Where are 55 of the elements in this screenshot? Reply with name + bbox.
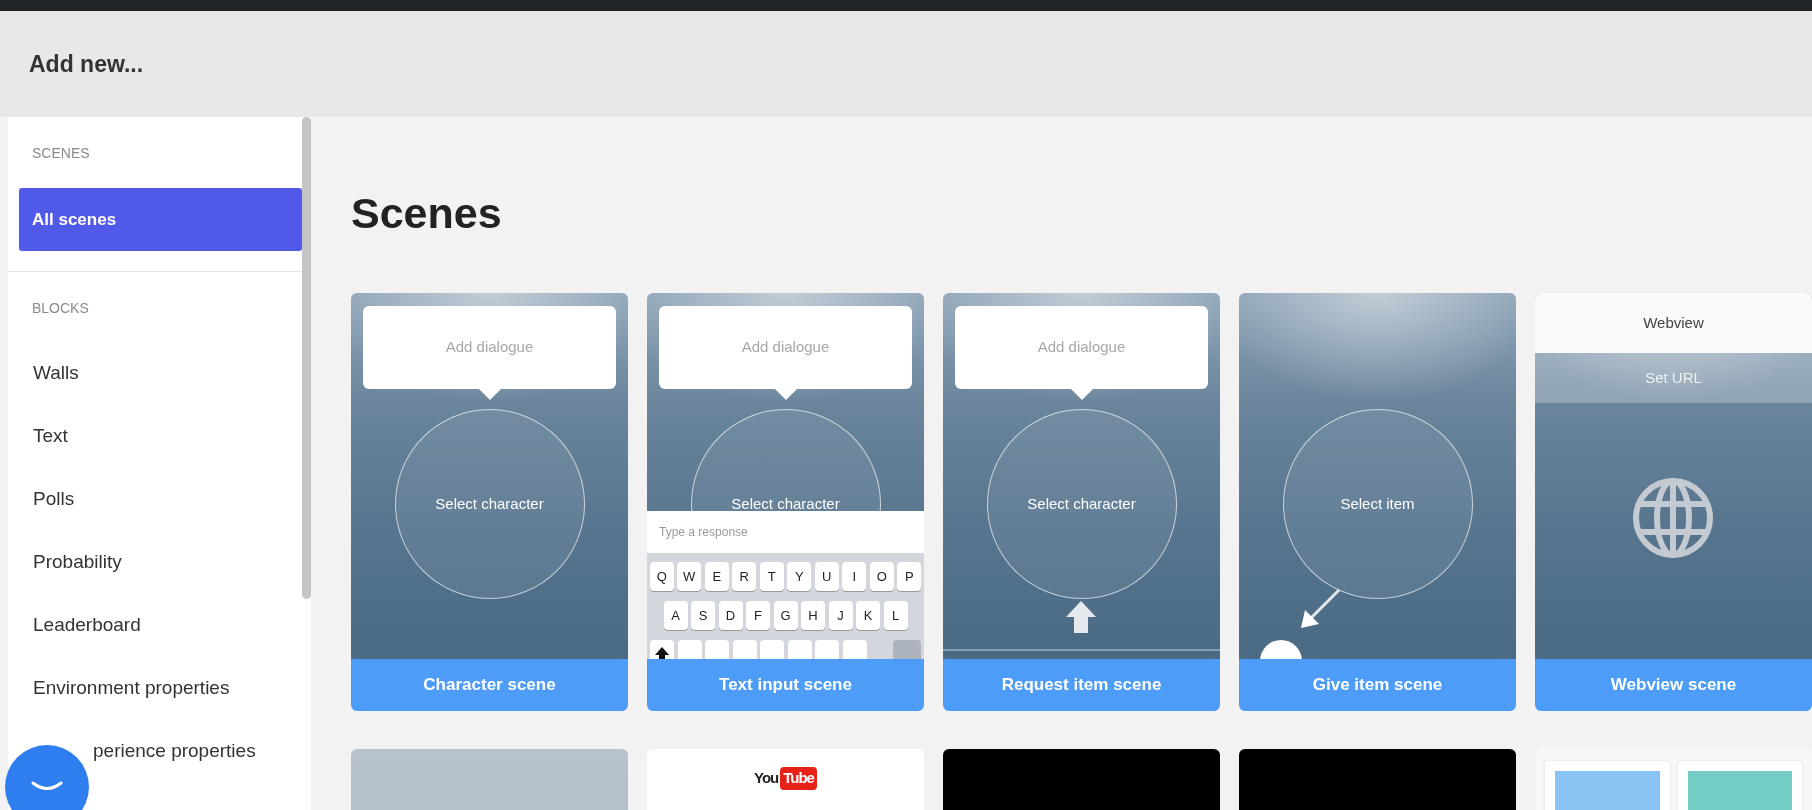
- sidebar-item[interactable]: Polls: [8, 468, 302, 531]
- card-label: Text input scene: [647, 659, 924, 711]
- select-circle[interactable]: Select item: [1282, 409, 1473, 599]
- sidebar-item[interactable]: Walls: [8, 342, 302, 405]
- bubble-tail: [478, 389, 501, 400]
- select-circle[interactable]: Select character: [394, 409, 585, 599]
- up-arrow-icon: [1064, 599, 1098, 633]
- keyboard-key[interactable]: U: [814, 562, 839, 591]
- keyboard-key[interactable]: R: [732, 562, 757, 591]
- sidebar-item[interactable]: perience properties: [93, 720, 302, 783]
- section-heading: Scenes: [351, 188, 503, 239]
- bubble-tail: [1070, 389, 1093, 400]
- keyboard-key[interactable]: K: [856, 601, 880, 630]
- scene-card[interactable]: Add dialogue Select character Character scene: [351, 293, 628, 711]
- scene-card[interactable]: Webview Set URL Webview scene: [1535, 293, 1812, 711]
- webview-title: Webview: [1535, 293, 1812, 353]
- keyboard-key[interactable]: A: [663, 601, 688, 630]
- scene-card[interactable]: Add dialogue Select character Request item scene: [943, 293, 1220, 711]
- card-label: Webview scene: [1535, 659, 1812, 711]
- sidebar-item[interactable]: Environment properties: [8, 657, 302, 720]
- section-label: SCENES: [31, 144, 91, 163]
- sidebar-item[interactable]: Probability: [8, 531, 302, 594]
- sidebar-item[interactable]: Text: [8, 405, 302, 468]
- keyboard-key[interactable]: Y: [787, 562, 812, 591]
- scene-card[interactable]: Select item Give item scene: [1239, 293, 1516, 711]
- dialog-title: Add new...: [29, 49, 144, 79]
- down-left-arrow-icon: [1299, 588, 1341, 630]
- keyboard-key[interactable]: F: [746, 601, 770, 630]
- keyboard-key[interactable]: W: [677, 562, 702, 591]
- sidebar-item[interactable]: Leaderboard: [8, 594, 302, 657]
- scene-card[interactable]: Add dialogue Select character Type a response Q W E R T Y U I O P A S D F G H J K L Text input scene: [647, 293, 924, 711]
- keyboard-key[interactable]: D: [718, 601, 743, 630]
- keyboard-key[interactable]: E: [704, 562, 729, 591]
- keyboard-key[interactable]: L: [883, 601, 908, 630]
- globe-icon: [1631, 476, 1715, 560]
- card-label: Character scene: [351, 659, 628, 711]
- keyboard-key[interactable]: S: [691, 601, 715, 630]
- select-circle[interactable]: Select character: [986, 409, 1177, 599]
- keyboard-key[interactable]: H: [801, 601, 825, 630]
- keyboard-key[interactable]: J: [828, 601, 853, 630]
- keyboard-key[interactable]: O: [869, 562, 894, 591]
- keyboard-key[interactable]: T: [759, 562, 784, 591]
- card-label: Request item scene: [943, 659, 1220, 711]
- keyboard-key[interactable]: I: [842, 562, 867, 591]
- keyboard-key[interactable]: Q: [649, 562, 674, 591]
- section-label: BLOCKS: [31, 299, 90, 318]
- bubble-tail: [774, 389, 797, 400]
- sidebar-item[interactable]: All scenes: [19, 188, 302, 251]
- item-slot-icon: [1259, 639, 1303, 659]
- youtube-logo: You Tube: [754, 767, 817, 790]
- scrollbar[interactable]: [302, 117, 311, 599]
- keyboard-key[interactable]: P: [897, 562, 922, 591]
- keyboard-key[interactable]: G: [773, 601, 798, 630]
- card-label: Give item scene: [1239, 659, 1516, 711]
- scene-card[interactable]: You Tube: [647, 749, 924, 810]
